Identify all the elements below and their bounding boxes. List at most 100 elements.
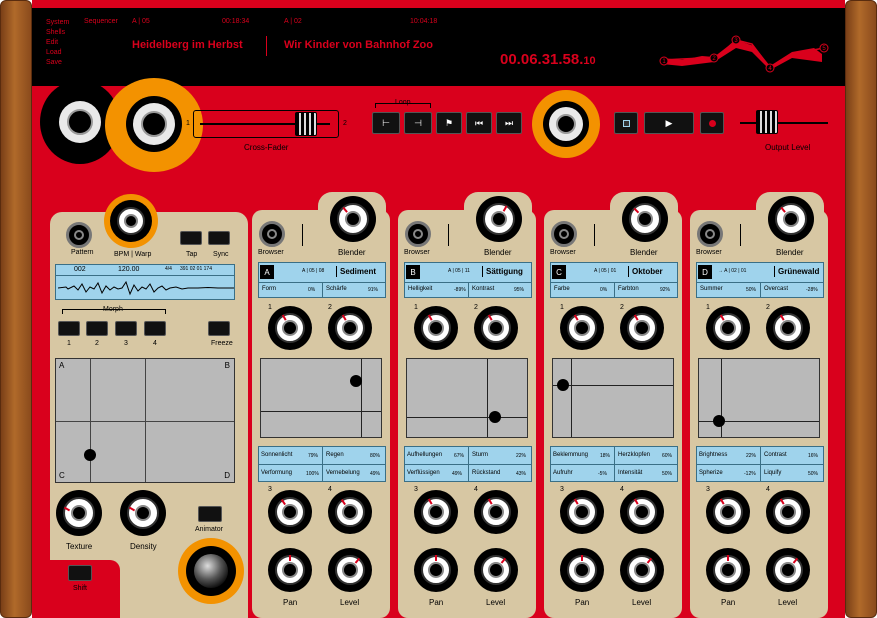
sync-label: Sync xyxy=(213,251,229,258)
record-button[interactable] xyxy=(700,112,724,134)
freeze-button[interactable] xyxy=(208,321,230,336)
channel-a-param-knob-1[interactable] xyxy=(268,306,312,350)
crossfader-handle[interactable] xyxy=(295,112,317,136)
channel-a-xy-pad[interactable] xyxy=(260,358,382,438)
channel-d-param-knob-2[interactable] xyxy=(766,306,810,350)
channel-a-browser-knob[interactable] xyxy=(259,221,285,247)
channel-c-xy-cursor[interactable] xyxy=(557,379,569,391)
channel-a-param-2-value: 91% xyxy=(368,287,379,293)
menu-item-load[interactable]: Load xyxy=(46,48,69,58)
channel-d-param-knob-1[interactable] xyxy=(706,306,750,350)
channel-c-param-knob-1[interactable] xyxy=(560,306,604,350)
channel-b-browser-knob[interactable] xyxy=(405,221,431,247)
channel-d-param-knob-4[interactable] xyxy=(766,490,810,534)
channel-a-param-1-name: Form xyxy=(262,286,276,292)
channel-b-param-knob-4[interactable] xyxy=(474,490,518,534)
channel-d-level-knob[interactable] xyxy=(766,548,810,592)
menu-item-save[interactable]: Save xyxy=(46,58,69,68)
morph-4-label: 4 xyxy=(153,340,157,347)
channel-d-blender-knob[interactable] xyxy=(768,196,814,242)
channel-a-pan-label: Pan xyxy=(283,598,298,607)
channel-a-fx-4-name: Vernebelung xyxy=(326,470,360,476)
texture-knob[interactable] xyxy=(56,490,102,536)
channel-b-level-knob[interactable] xyxy=(474,548,518,592)
channel-b-pan-knob-marker xyxy=(435,555,437,562)
channel-a-level-knob[interactable] xyxy=(328,548,372,592)
output-level-handle[interactable] xyxy=(756,110,778,134)
channel-b-level-label: Level xyxy=(486,598,506,607)
density-knob[interactable] xyxy=(120,490,166,536)
bpm-knob[interactable] xyxy=(110,200,152,242)
channel-d-xy-pad[interactable] xyxy=(698,358,820,438)
channel-c-browser-knob[interactable] xyxy=(551,221,577,247)
loop-in-button[interactable]: ⊢ xyxy=(372,112,400,134)
channel-c-fx-2-name: Herzklopfen xyxy=(618,452,651,458)
channel-b-letter-badge: B xyxy=(406,265,420,279)
channel-a-blender-knob[interactable] xyxy=(330,196,376,242)
channel-a-param-knob-3[interactable] xyxy=(268,490,312,534)
channel-a-xy-cursor[interactable] xyxy=(350,375,362,387)
channel-b-param-knob-1[interactable] xyxy=(414,306,458,350)
menu-item-system[interactable]: System xyxy=(46,18,69,28)
channel-c-param-knob-2[interactable] xyxy=(620,306,664,350)
envelope-fill xyxy=(662,40,822,70)
channel-c-level-knob[interactable] xyxy=(620,548,664,592)
channel-b-blender-knob[interactable] xyxy=(476,196,522,242)
channel-a-fx-4-value: 49% xyxy=(370,471,381,477)
channel-d-param-2-value: -28% xyxy=(806,287,818,293)
channel-b-param-knob-3[interactable] xyxy=(414,490,458,534)
channel-c-xy-hline xyxy=(553,385,673,386)
channel-d-browser-knob[interactable] xyxy=(697,221,723,247)
channel-c-param-2-value: 92% xyxy=(660,287,671,293)
channel-b-xy-pad[interactable] xyxy=(406,358,528,438)
channel-b-lcd-mid xyxy=(468,283,469,298)
channel-b-param-knob-2[interactable] xyxy=(474,306,518,350)
texture-label: Texture xyxy=(66,542,93,551)
channel-d-param-knob-3[interactable] xyxy=(706,490,750,534)
envelope-graph[interactable]: 1 2 3 4 5 xyxy=(652,26,832,78)
skip-back-button[interactable]: ⏮ xyxy=(466,112,492,134)
deck-a-jog[interactable] xyxy=(52,94,108,150)
channel-c-param-2-name: Farbton xyxy=(618,286,639,292)
channel-b-xy-hline xyxy=(407,417,527,418)
channel-a-param-knob-2[interactable] xyxy=(328,306,372,350)
morph-button-2[interactable] xyxy=(86,321,108,336)
xy-cursor[interactable] xyxy=(84,449,96,461)
deck-b-jog[interactable] xyxy=(126,96,182,152)
morph-button-4[interactable] xyxy=(144,321,166,336)
loop-out-button[interactable]: ⊣ xyxy=(404,112,432,134)
channel-d-level-label: Level xyxy=(778,598,798,607)
channel-c-param-knob-3[interactable] xyxy=(560,490,604,534)
channel-d-xy-cursor[interactable] xyxy=(713,415,725,427)
clock-main: 00.06.31.58. xyxy=(500,51,584,68)
stop-button[interactable] xyxy=(614,112,638,134)
sync-button[interactable] xyxy=(208,231,230,245)
channel-c-xy-pad[interactable] xyxy=(552,358,674,438)
channel-d-knob-2-number: 2 xyxy=(766,304,770,311)
pattern-knob[interactable] xyxy=(66,222,92,248)
sequencer-label[interactable]: Sequencer xyxy=(84,18,118,25)
shift-button[interactable] xyxy=(68,565,92,581)
master-jog[interactable] xyxy=(543,101,589,147)
animator-button[interactable] xyxy=(198,506,222,522)
menu-item-edit[interactable]: Edit xyxy=(46,38,69,48)
channel-a-param-knob-4[interactable] xyxy=(328,490,372,534)
channel-b-fx-mid xyxy=(468,446,469,482)
channel-b-knob-2-number: 2 xyxy=(474,304,478,311)
channel-b-xy-cursor[interactable] xyxy=(489,411,501,423)
skip-forward-button[interactable]: ⏭ xyxy=(496,112,522,134)
play-button[interactable]: ▶ xyxy=(644,112,694,134)
morph-xy-pad[interactable]: A B C D xyxy=(55,358,235,483)
cue-flag-button[interactable]: ⚑ xyxy=(436,112,462,134)
channel-a-fx-1-name: Sonnenlicht xyxy=(261,452,293,458)
freeze-label: Freeze xyxy=(211,340,233,347)
channel-d-fx-4-name: Liquify xyxy=(764,470,782,476)
menu-item-shells[interactable]: Shells xyxy=(46,28,69,38)
joystick[interactable] xyxy=(186,546,236,596)
channel-c-knob-1-number: 1 xyxy=(560,304,564,311)
morph-button-3[interactable] xyxy=(115,321,137,336)
channel-c-blender-knob[interactable] xyxy=(622,196,668,242)
morph-button-1[interactable] xyxy=(58,321,80,336)
channel-c-param-knob-4[interactable] xyxy=(620,490,664,534)
tap-button[interactable] xyxy=(180,231,202,245)
